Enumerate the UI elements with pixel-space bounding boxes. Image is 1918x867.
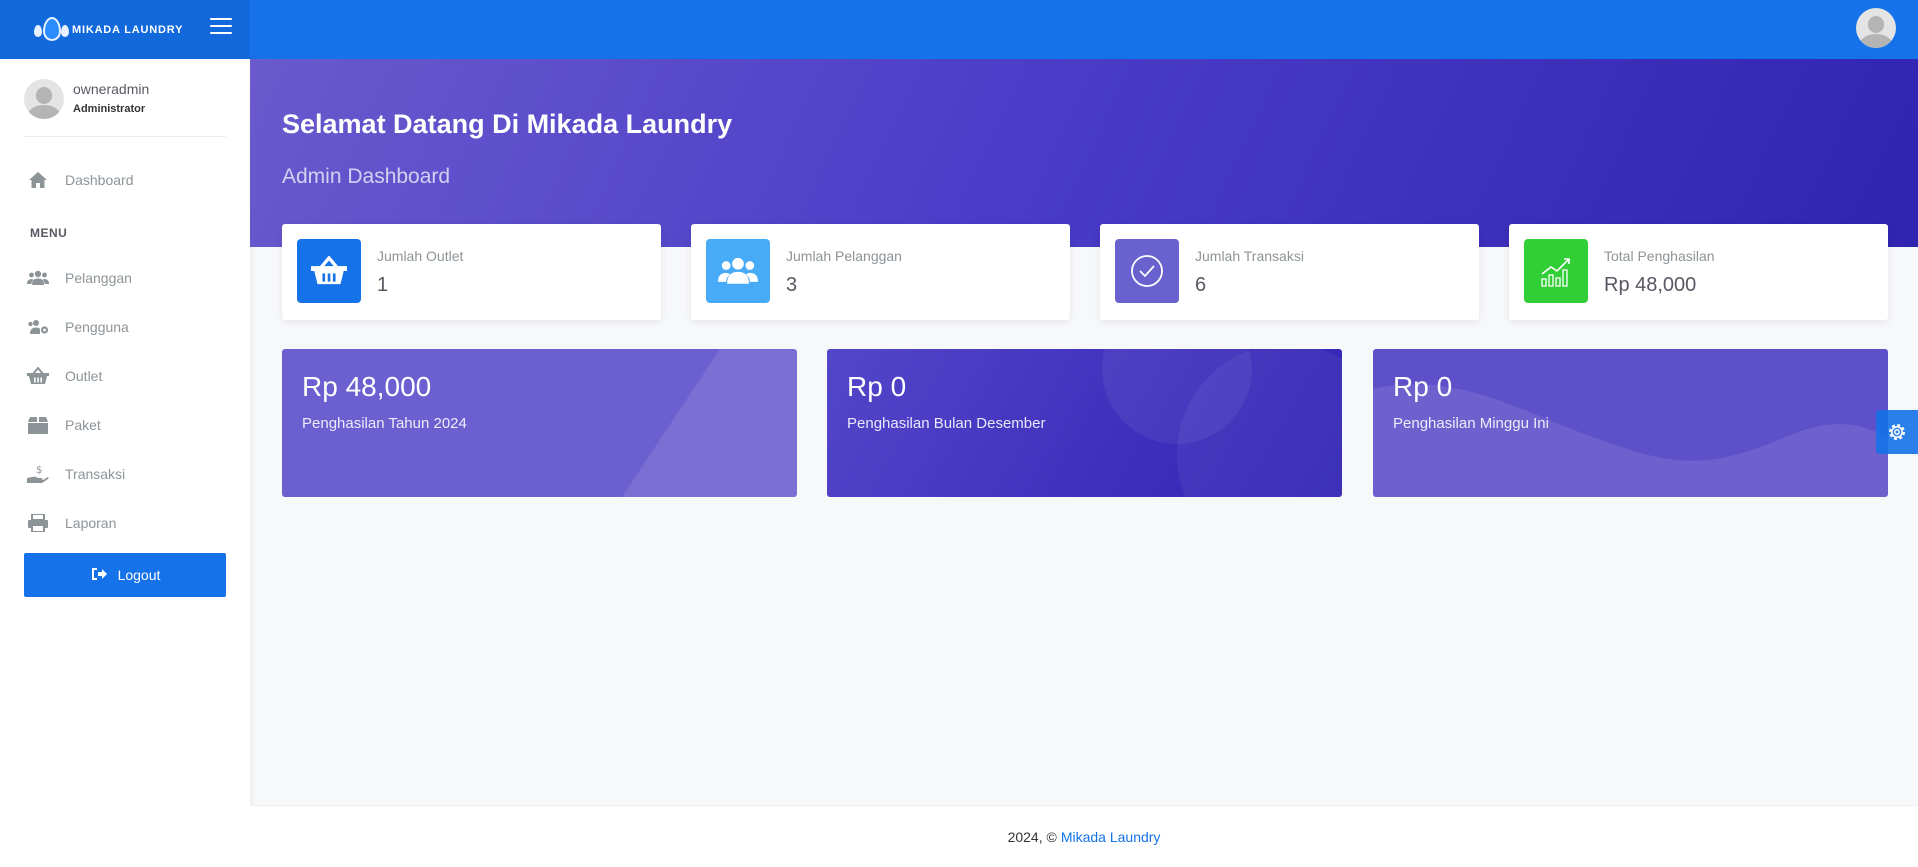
- sidebar-item-label: Paket: [65, 417, 101, 433]
- sidebar: owneradmin Administrator Dashboard MENU …: [0, 59, 250, 867]
- stat-label: Jumlah Pelanggan: [786, 248, 902, 264]
- income-value: Rp 0: [847, 371, 907, 402]
- users-icon: [706, 239, 770, 303]
- sidebar-item-label: Outlet: [65, 368, 103, 384]
- page-subtitle: Admin Dashboard: [282, 165, 451, 188]
- users-icon: [26, 268, 50, 288]
- gear-icon: [1889, 424, 1905, 440]
- logo-header: MIKADA LAUNDRY: [0, 0, 250, 59]
- basket-icon: [26, 366, 50, 386]
- sidebar-item-label: Pengguna: [65, 319, 129, 335]
- sidebar-item-label: Dashboard: [65, 172, 134, 188]
- stat-value: 3: [786, 274, 798, 296]
- check-circle-icon: [1115, 239, 1179, 303]
- user-name: owneradmin: [73, 81, 150, 97]
- laundry-logo-icon: [32, 15, 69, 45]
- user-profile[interactable]: owneradmin Administrator: [24, 77, 234, 137]
- stat-value: 6: [1195, 274, 1207, 296]
- footer-link[interactable]: Mikada Laundry: [1061, 829, 1161, 845]
- menu-icon: [210, 18, 232, 20]
- settings-toggle-button[interactable]: [1876, 410, 1918, 454]
- stat-card-penghasilan: Total Penghasilan Rp 48,000: [1509, 224, 1888, 320]
- stat-card-transaksi: Jumlah Transaksi 6: [1100, 224, 1479, 320]
- page-title: Selamat Datang Di Mikada Laundry: [282, 109, 733, 139]
- avatar: [24, 79, 64, 119]
- income-card-year: Rp 48,000 Penghasilan Tahun 2024: [282, 349, 797, 497]
- income-value: Rp 48,000: [302, 371, 432, 402]
- divider: [24, 136, 226, 137]
- sidebar-item-transaksi[interactable]: $ Transaksi: [0, 454, 250, 494]
- sidebar-item-outlet[interactable]: Outlet: [0, 356, 250, 396]
- printer-icon: [26, 513, 50, 533]
- home-icon: [26, 170, 50, 190]
- income-label: Penghasilan Tahun 2024: [302, 415, 467, 432]
- sidebar-item-paket[interactable]: Paket: [0, 405, 250, 445]
- hand-dollar-icon: $: [26, 464, 50, 484]
- logout-button[interactable]: Logout: [24, 553, 226, 597]
- sidebar-item-label: Pelanggan: [65, 270, 132, 286]
- logout-label: Logout: [117, 567, 161, 583]
- income-label: Penghasilan Bulan Desember: [847, 415, 1046, 432]
- sidebar-item-laporan[interactable]: Laporan: [0, 503, 250, 543]
- copyright-text: 2024, ©: [1007, 828, 1057, 845]
- income-card-month: Rp 0 Penghasilan Bulan Desember: [827, 349, 1342, 497]
- income-label: Penghasilan Minggu Ini: [1393, 415, 1549, 432]
- profile-avatar-button[interactable]: [1856, 8, 1896, 48]
- box-icon: [26, 415, 50, 435]
- welcome-banner: Selamat Datang Di Mikada Laundry Admin D…: [250, 59, 1918, 247]
- stat-label: Total Penghasilan: [1604, 248, 1715, 264]
- stat-card-outlet: Jumlah Outlet 1: [282, 224, 661, 320]
- stat-card-pelanggan: Jumlah Pelanggan 3: [691, 224, 1070, 320]
- income-card-week: Rp 0 Penghasilan Minggu Ini: [1373, 349, 1888, 497]
- stat-label: Jumlah Outlet: [377, 248, 464, 264]
- income-value: Rp 0: [1393, 371, 1453, 402]
- stat-label: Jumlah Transaksi: [1195, 248, 1304, 264]
- growth-chart-icon: [1524, 239, 1588, 303]
- brand-name: MIKADA LAUNDRY: [72, 23, 184, 36]
- sidebar-item-label: Transaksi: [65, 466, 126, 482]
- sign-out-icon: [90, 567, 108, 584]
- sidebar-item-label: Laporan: [65, 515, 117, 531]
- sidebar-item-dashboard[interactable]: Dashboard: [0, 160, 250, 200]
- footer: 2024, © Mikada Laundry: [250, 805, 1918, 867]
- basket-icon: [297, 239, 361, 303]
- stat-value: Rp 48,000: [1604, 274, 1697, 296]
- svg-text:$: $: [36, 465, 42, 476]
- brand-logo[interactable]: MIKADA LAUNDRY: [32, 15, 183, 45]
- sidebar-item-pengguna[interactable]: Pengguna: [0, 307, 250, 347]
- stat-value: 1: [377, 274, 389, 296]
- menu-section-title: MENU: [30, 226, 68, 240]
- sidebar-toggle-button[interactable]: [210, 18, 232, 36]
- user-role: Administrator: [73, 103, 146, 115]
- sidebar-item-pelanggan[interactable]: Pelanggan: [0, 258, 250, 298]
- users-gear-icon: [26, 317, 50, 337]
- top-navbar: MIKADA LAUNDRY: [0, 0, 1918, 59]
